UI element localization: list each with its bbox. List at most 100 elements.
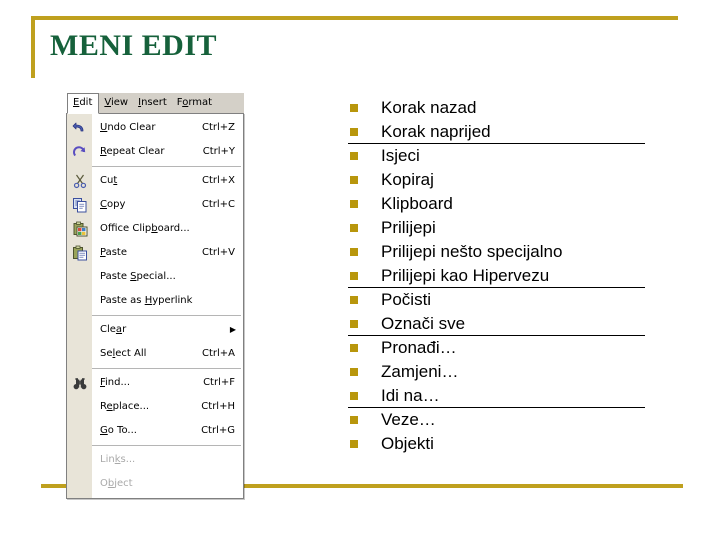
menu-item-label: Paste Special...	[100, 271, 176, 282]
square-bullet-icon	[350, 104, 358, 112]
list-item: Isjeci	[348, 144, 678, 168]
list-item-label: Počisti	[381, 290, 432, 309]
list-item-label: Prilijepi nešto specijalno	[381, 242, 563, 261]
menubar-item-format[interactable]: Format	[172, 93, 217, 113]
menu-item-label: Office Clipboard...	[100, 223, 190, 234]
menu-item-label: Copy	[100, 199, 126, 210]
menu-item[interactable]: Repeat Clear Ctrl+Y	[67, 140, 243, 164]
list-item: Pronađi…	[348, 336, 678, 360]
square-bullet-icon	[350, 176, 358, 184]
menu-item-label: Clear	[100, 324, 127, 335]
menu-item-label: Replace...	[100, 401, 150, 412]
menu-item-no-icon	[67, 289, 92, 313]
list-item: Objekti	[348, 432, 678, 456]
menu-item[interactable]: Paste Ctrl+V	[67, 241, 243, 265]
menu-item[interactable]: Replace... Ctrl+H	[67, 395, 243, 419]
square-bullet-icon	[350, 320, 358, 328]
menu-item-shortcut: Ctrl+F	[203, 377, 235, 388]
square-bullet-icon	[350, 440, 358, 448]
decoration-left-rule	[31, 16, 35, 78]
list-item: Korak naprijed	[348, 120, 678, 144]
menu-item-no-icon	[67, 448, 92, 472]
list-item: Kopiraj	[348, 168, 678, 192]
menu-item: Links...	[67, 448, 243, 472]
menu-item-label: Cut	[100, 175, 118, 186]
menu-item-shortcut: Ctrl+A	[201, 348, 235, 359]
list-item: Veze…	[348, 408, 678, 432]
binoculars-icon	[67, 371, 92, 395]
menu-item-shortcut: Ctrl+H	[201, 401, 235, 412]
menu-item-label: Go To...	[100, 425, 137, 436]
list-item-label: Prilijepi	[381, 218, 436, 237]
menu-item-shortcut: Ctrl+X	[201, 175, 235, 186]
menu-item-no-icon	[67, 472, 92, 496]
square-bullet-icon	[350, 344, 358, 352]
slide-canvas: MENI EDIT Edit View Insert Format Undo Clea…	[0, 0, 720, 540]
list-item-label: Veze…	[381, 410, 436, 429]
menu-item-shortcut: Ctrl+Z	[201, 122, 235, 133]
list-item-label: Zamjeni…	[381, 362, 459, 381]
square-bullet-icon	[350, 416, 358, 424]
menu-item-label: Find...	[100, 377, 131, 388]
menu-item-label: Paste	[100, 247, 128, 258]
undo-arrow-icon	[67, 116, 92, 140]
list-item: Korak nazad	[348, 96, 678, 120]
list-item-label: Objekti	[381, 434, 434, 453]
menu-separator	[92, 445, 241, 446]
list-item: Prilijepi	[348, 216, 678, 240]
menu-item-shortcut: Ctrl+Y	[202, 146, 235, 157]
edit-dropdown-menu: Undo Clear Ctrl+Z Repeat Clear Ctrl+Y Cut Ctr…	[66, 113, 244, 499]
menu-item-no-icon	[67, 395, 92, 419]
menu-item-label: Select All	[100, 348, 147, 359]
square-bullet-icon	[350, 224, 358, 232]
translation-bullet-list: Korak nazad Korak naprijed Isjeci Kopiraj Kl…	[348, 96, 678, 456]
menu-separator	[92, 166, 241, 167]
square-bullet-icon	[350, 152, 358, 160]
list-item: Označi sve	[348, 312, 678, 336]
menu-item-shortcut: Ctrl+C	[201, 199, 235, 210]
list-item: Zamjeni…	[348, 360, 678, 384]
square-bullet-icon	[350, 272, 358, 280]
list-item-label: Prilijepi kao Hipervezu	[381, 266, 550, 285]
menu-item-label: Paste as Hyperlink	[100, 295, 193, 306]
list-item: Klipboard	[348, 192, 678, 216]
list-item: Prilijepi kao Hipervezu	[348, 264, 678, 288]
redo-arrow-icon	[67, 140, 92, 164]
menu-item-label: Repeat Clear	[100, 146, 165, 157]
menu-item[interactable]: Paste Special...	[67, 265, 243, 289]
menu-separator	[92, 368, 241, 369]
menu-item-shortcut: Ctrl+V	[201, 247, 235, 258]
list-item: Prilijepi nešto specijalno	[348, 240, 678, 264]
menu-item[interactable]: Cut Ctrl+X	[67, 169, 243, 193]
menu-item-no-icon	[67, 342, 92, 366]
menu-item-label: Undo Clear	[100, 122, 156, 133]
menubar-item-insert[interactable]: Insert	[133, 93, 172, 113]
list-item-label: Korak nazad	[381, 98, 477, 117]
menu-item[interactable]: Select All Ctrl+A	[67, 342, 243, 366]
square-bullet-icon	[350, 392, 358, 400]
menubar-item-view[interactable]: View	[99, 93, 133, 113]
menu-item-shortcut: Ctrl+G	[201, 425, 235, 436]
list-item-label: Klipboard	[381, 194, 453, 213]
list-item-label: Korak naprijed	[381, 122, 491, 141]
square-bullet-icon	[350, 296, 358, 304]
menu-item: Object	[67, 472, 243, 496]
list-item: Počisti	[348, 288, 678, 312]
page-title: MENI EDIT	[50, 29, 218, 62]
menu-item[interactable]: Undo Clear Ctrl+Z	[67, 116, 243, 140]
menu-item[interactable]: Go To... Ctrl+G	[67, 419, 243, 443]
menu-item[interactable]: Copy Ctrl+C	[67, 193, 243, 217]
menu-item[interactable]: Office Clipboard...	[67, 217, 243, 241]
scissors-icon	[67, 169, 92, 193]
office-edit-menu-screenshot: Edit View Insert Format Undo Clear Ctrl+Z Rep…	[66, 92, 244, 499]
menu-item[interactable]: Find... Ctrl+F	[67, 371, 243, 395]
list-item: Idi na…	[348, 384, 678, 408]
menu-item-no-icon	[67, 419, 92, 443]
menu-item[interactable]: Clear ▶	[67, 318, 243, 342]
list-item-label: Kopiraj	[381, 170, 434, 189]
menu-item[interactable]: Paste as Hyperlink	[67, 289, 243, 313]
list-item-label: Označi sve	[381, 314, 466, 333]
copy-icon	[67, 193, 92, 217]
menu-item-label: Links...	[100, 454, 136, 465]
menubar-item-edit[interactable]: Edit	[67, 93, 100, 114]
